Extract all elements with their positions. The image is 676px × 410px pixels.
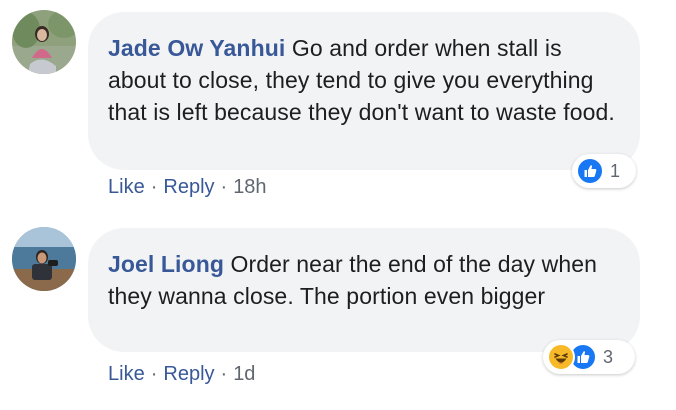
reactions-summary[interactable]: 3 — [543, 340, 635, 374]
comment-bubble: Joel Liong Order near the end of the day… — [88, 228, 640, 352]
like-link[interactable]: Like — [108, 363, 145, 385]
comment-text-block: Jade Ow Yanhui Go and order when stall i… — [108, 32, 616, 128]
profile-photo-icon — [12, 10, 76, 74]
comment: Joel Liong Order near the end of the day… — [0, 215, 676, 410]
comment-actions: Like · Reply · 18h — [108, 176, 267, 199]
reply-link[interactable]: Reply — [163, 176, 214, 198]
comment-actions: Like · Reply · 1d — [108, 363, 255, 386]
profile-photo-icon — [12, 227, 76, 291]
haha-icon — [547, 343, 575, 371]
comment-author[interactable]: Jade Ow Yanhui — [108, 35, 285, 61]
comment-bubble: Jade Ow Yanhui Go and order when stall i… — [88, 12, 640, 170]
timestamp[interactable]: 1d — [233, 363, 255, 385]
reaction-count: 3 — [603, 346, 614, 367]
separator: · — [220, 363, 228, 385]
comment-author[interactable]: Joel Liong — [108, 251, 224, 277]
reactions-summary[interactable]: 1 — [572, 154, 636, 188]
like-icon — [576, 157, 604, 185]
separator: · — [150, 176, 158, 198]
avatar[interactable] — [12, 227, 76, 291]
like-link[interactable]: Like — [108, 176, 145, 198]
separator: · — [220, 176, 228, 198]
comment: Jade Ow Yanhui Go and order when stall i… — [0, 0, 676, 205]
timestamp[interactable]: 18h — [233, 176, 266, 198]
reply-link[interactable]: Reply — [163, 363, 214, 385]
separator: · — [150, 363, 158, 385]
avatar[interactable] — [12, 10, 76, 74]
comment-text-block: Joel Liong Order near the end of the day… — [108, 248, 616, 312]
reaction-count: 1 — [610, 160, 621, 181]
